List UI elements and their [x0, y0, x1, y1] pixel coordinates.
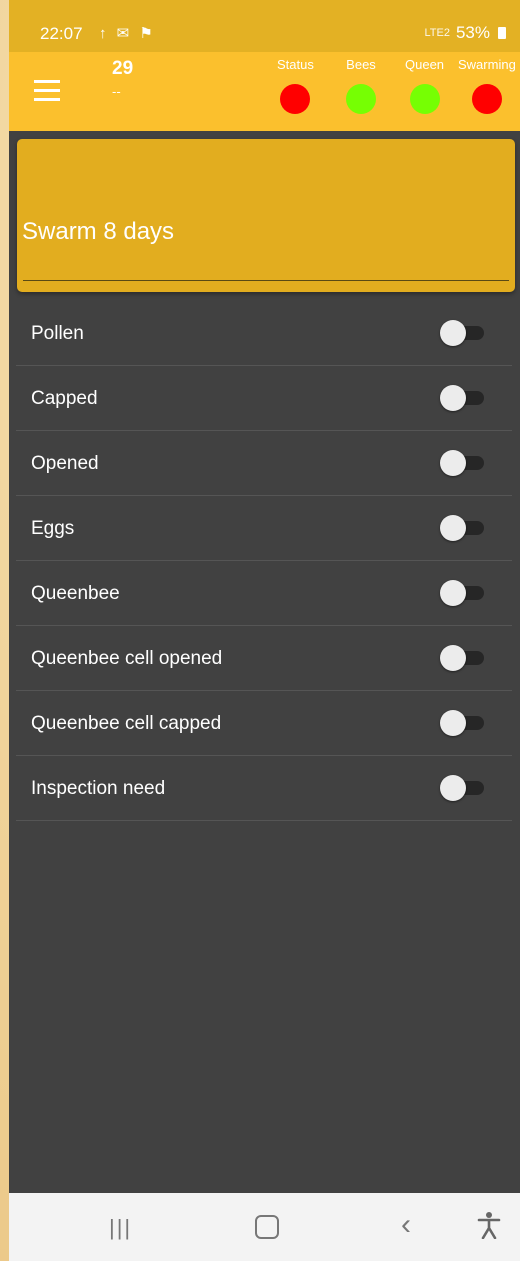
recents-icon[interactable]: |||: [109, 1215, 132, 1241]
toggle-label: Pollen: [31, 323, 84, 344]
status-dot: [280, 84, 311, 114]
toggle-label: Queenbee cell opened: [31, 648, 223, 669]
indicator-bees: Bees: [346, 57, 376, 114]
battery-icon: [498, 27, 506, 39]
hamburger-menu-icon[interactable]: [34, 80, 62, 102]
toggle-row-pollen[interactable]: Pollen: [16, 301, 512, 366]
queenbee-cell-opened-switch[interactable]: [440, 645, 486, 671]
status-bar: 22:07 ↑ ✉ ⚑ LTE2 53%: [9, 0, 520, 52]
queen-dot: [409, 84, 440, 114]
indicator-label: Status: [277, 57, 314, 72]
battery-percent: 53%: [455, 23, 490, 42]
opened-switch[interactable]: [440, 450, 486, 476]
phone-screen: 22:07 ↑ ✉ ⚑ LTE2 53% 29 -- Status Bees Q…: [9, 0, 520, 1261]
capped-switch[interactable]: [440, 385, 486, 411]
toggle-row-eggs[interactable]: Eggs: [16, 496, 512, 561]
accessibility-icon[interactable]: [477, 1211, 501, 1246]
indicator-swarming: Swarming: [458, 57, 516, 114]
queenbee-cell-capped-switch[interactable]: [440, 710, 486, 736]
eggs-switch[interactable]: [440, 515, 486, 541]
indicator-status: Status: [277, 57, 314, 114]
notification-icons: ↑ ✉ ⚑: [99, 25, 156, 42]
status-right: LTE2 53%: [424, 23, 506, 43]
queenbee-switch[interactable]: [440, 580, 486, 606]
toggle-row-inspection-need[interactable]: Inspection need: [16, 756, 512, 821]
toggle-row-capped[interactable]: Capped: [16, 366, 512, 431]
status-time: 22:07: [40, 24, 83, 43]
toggle-label: Capped: [31, 388, 98, 409]
indicator-label: Bees: [346, 57, 376, 72]
toggle-row-opened[interactable]: Opened: [16, 431, 512, 496]
back-icon[interactable]: ‹: [401, 1208, 411, 1242]
toggle-list: Pollen Capped Opened Eggs Queenbee Queen…: [16, 301, 512, 821]
toggle-label: Queenbee: [31, 583, 120, 604]
bees-dot: [346, 84, 376, 114]
hive-number: 29: [112, 58, 134, 79]
indicator-label: Swarming: [458, 57, 516, 72]
system-nav-bar: ||| ‹: [9, 1193, 520, 1261]
pollen-switch[interactable]: [440, 320, 486, 346]
swarm-card[interactable]: Swarm 8 days: [17, 139, 515, 292]
app-bar: 29 -- Status Bees Queen Swarming: [9, 52, 520, 131]
card-divider: [23, 280, 509, 281]
toggle-label: Opened: [31, 453, 99, 474]
swarming-dot: [471, 84, 502, 114]
toggle-row-queenbee-cell-opened[interactable]: Queenbee cell opened: [16, 626, 512, 691]
inspection-need-switch[interactable]: [440, 775, 486, 801]
toggle-label: Inspection need: [31, 778, 166, 799]
card-title: Swarm 8 days: [22, 218, 175, 245]
toggle-label: Queenbee cell capped: [31, 713, 222, 734]
signal-icon: LTE2: [424, 27, 450, 39]
toggle-row-queenbee[interactable]: Queenbee: [16, 561, 512, 626]
toggle-row-queenbee-cell-capped[interactable]: Queenbee cell capped: [16, 691, 512, 756]
indicator-label: Queen: [405, 57, 445, 72]
indicator-queen: Queen: [405, 57, 444, 114]
toggle-label: Eggs: [31, 518, 75, 539]
hive-subtitle: --: [112, 84, 121, 99]
home-icon[interactable]: [255, 1215, 279, 1239]
